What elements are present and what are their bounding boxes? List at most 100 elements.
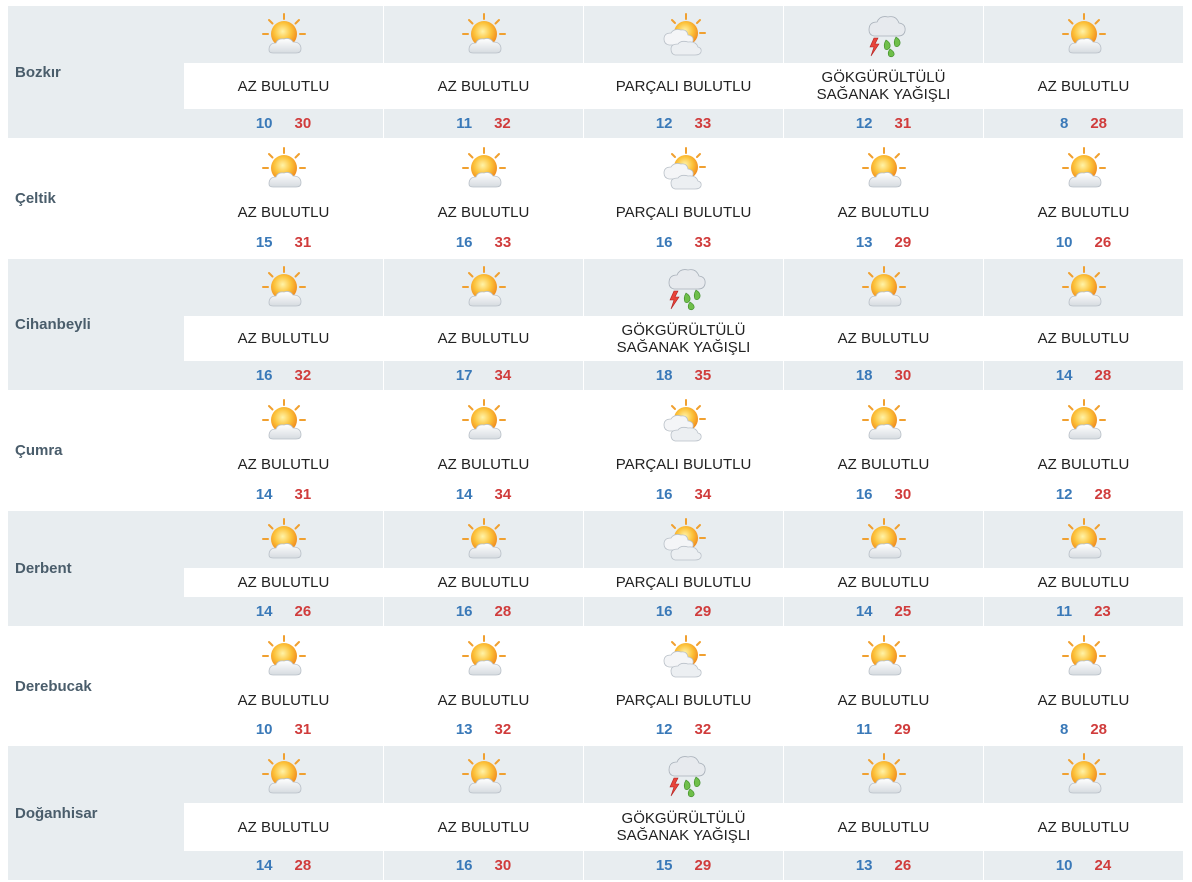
weather-condition: AZ BULUTLU — [437, 456, 530, 473]
max-temperature: 26 — [1094, 234, 1112, 251]
city-name: Derbent — [15, 560, 72, 577]
max-temperature: 33 — [694, 234, 712, 251]
weather-condition: AZ BULUTLU — [237, 77, 330, 95]
max-temperature: 30 — [294, 115, 312, 132]
min-temperature: 10 — [1055, 857, 1073, 874]
min-temperature: 18 — [655, 367, 673, 384]
partly-sunny-icon — [261, 146, 307, 192]
weather-condition: PARÇALI BULUTLU — [615, 691, 752, 709]
forecast-day-cell: PARÇALI BULUTLU 12 32 — [584, 628, 783, 744]
max-temperature: 33 — [494, 234, 512, 251]
weather-condition: AZ BULUTLU — [437, 204, 530, 221]
min-temperature: 12 — [655, 115, 673, 132]
weather-icon-cell — [584, 259, 783, 316]
weather-icon-cell — [984, 259, 1183, 316]
forecast-day-cell: AZ BULUTLU 16 30 — [784, 392, 983, 509]
min-temperature: 10 — [1055, 234, 1073, 251]
partly-sunny-icon — [261, 517, 307, 563]
weather-condition: AZ BULUTLU — [437, 818, 530, 836]
max-temperature: 29 — [894, 721, 911, 738]
weather-icon-cell — [584, 511, 783, 568]
forecast-day-cell: GÖKGÜRÜLTÜLÜ SAĞANAK YAĞIŞLI 18 35 — [584, 259, 783, 390]
weather-condition: PARÇALI BULUTLU — [615, 204, 752, 221]
weather-icon-cell — [184, 628, 383, 685]
min-temperature: 16 — [455, 234, 473, 251]
city-row: Cihanbeyli AZ BULUTLU 16 32 AZ BULUTLU 1… — [8, 259, 1183, 390]
temperature-range: 14 28 — [184, 851, 383, 880]
min-temperature: 16 — [655, 603, 673, 620]
temperature-range: 8 28 — [984, 109, 1183, 138]
city-row: Derebucak AZ BULUTLU 10 31 AZ BULUTLU 13… — [8, 628, 1183, 744]
temperature-range: 16 30 — [784, 480, 983, 509]
weather-condition: AZ BULUTLU — [237, 456, 330, 473]
forecast-day-cell: AZ BULUTLU 14 25 — [784, 511, 983, 626]
forecast-day-cell: AZ BULUTLU 13 26 — [784, 746, 983, 880]
min-temperature: 15 — [655, 857, 673, 874]
forecast-day-cell: AZ BULUTLU 18 30 — [784, 259, 983, 390]
temperature-range: 18 30 — [784, 361, 983, 390]
min-temperature: 16 — [455, 603, 473, 620]
max-temperature: 28 — [294, 857, 312, 874]
weather-condition: AZ BULUTLU — [237, 691, 330, 709]
cloudy-sun-icon — [661, 398, 707, 444]
weather-icon-cell — [184, 746, 383, 803]
forecast-day-cell: AZ BULUTLU 16 32 — [184, 259, 383, 390]
forecast-day-cell: AZ BULUTLU 10 26 — [984, 140, 1183, 257]
forecast-day-cell: AZ BULUTLU 11 29 — [784, 628, 983, 744]
weather-condition: AZ BULUTLU — [237, 818, 330, 836]
max-temperature: 23 — [1094, 603, 1111, 620]
forecast-day-cell: GÖKGÜRÜLTÜLÜ SAĞANAK YAĞIŞLI 12 31 — [784, 6, 983, 138]
thunderstorm-icon — [861, 12, 907, 58]
weather-icon-cell — [784, 6, 983, 63]
partly-sunny-icon — [861, 752, 907, 798]
temperature-range: 13 29 — [784, 228, 983, 257]
max-temperature: 25 — [894, 603, 912, 620]
temperature-range: 11 29 — [784, 715, 983, 744]
max-temperature: 31 — [294, 486, 312, 503]
weather-icon-cell — [384, 140, 583, 197]
city-row: Bozkır AZ BULUTLU 10 30 AZ BULUTLU 11 32… — [8, 6, 1183, 138]
city-name: Cihanbeyli — [15, 316, 91, 333]
temperature-range: 12 28 — [984, 480, 1183, 509]
city-row: Çeltik AZ BULUTLU 15 31 AZ BULUTLU 16 33… — [8, 140, 1183, 257]
min-temperature: 10 — [255, 115, 273, 132]
partly-sunny-icon — [1061, 517, 1107, 563]
weather-condition: AZ BULUTLU — [837, 574, 930, 591]
min-temperature: 14 — [855, 603, 873, 620]
weather-icon-cell — [984, 140, 1183, 197]
weather-icon-cell — [784, 140, 983, 197]
max-temperature: 24 — [1094, 857, 1112, 874]
weather-condition: AZ BULUTLU — [837, 204, 930, 221]
min-temperature: 13 — [855, 857, 873, 874]
max-temperature: 28 — [1094, 486, 1112, 503]
temperature-range: 14 25 — [784, 597, 983, 626]
temperature-range: 18 35 — [584, 361, 783, 390]
temperature-range: 14 28 — [984, 361, 1183, 390]
weather-icon-cell — [584, 628, 783, 685]
min-temperature: 8 — [1059, 721, 1069, 738]
partly-sunny-icon — [261, 398, 307, 444]
partly-sunny-icon — [861, 146, 907, 192]
temperature-range: 12 33 — [584, 109, 783, 138]
weather-icon-cell — [384, 259, 583, 316]
weather-condition: PARÇALI BULUTLU — [615, 574, 752, 591]
partly-sunny-icon — [261, 12, 307, 58]
thunderstorm-icon — [661, 265, 707, 311]
weather-condition: AZ BULUTLU — [1037, 456, 1130, 473]
forecast-day-cell: AZ BULUTLU 8 28 — [984, 6, 1183, 138]
forecast-day-cell: AZ BULUTLU 10 31 — [184, 628, 383, 744]
forecast-day-cell: AZ BULUTLU 16 33 — [384, 140, 583, 257]
temperature-range: 16 33 — [384, 228, 583, 257]
weather-icon-cell — [584, 140, 783, 197]
temperature-range: 10 30 — [184, 109, 383, 138]
temperature-range: 16 28 — [384, 597, 583, 626]
min-temperature: 14 — [1055, 367, 1073, 384]
weather-condition: GÖKGÜRÜLTÜLÜ SAĞANAK YAĞIŞLI — [616, 810, 751, 844]
forecast-day-cell: PARÇALI BULUTLU 12 33 — [584, 6, 783, 138]
max-temperature: 29 — [694, 857, 712, 874]
weather-icon-cell — [984, 6, 1183, 63]
forecast-day-cell: AZ BULUTLU 13 29 — [784, 140, 983, 257]
min-temperature: 12 — [1055, 486, 1073, 503]
min-temperature: 16 — [855, 486, 873, 503]
max-temperature: 28 — [1090, 115, 1108, 132]
